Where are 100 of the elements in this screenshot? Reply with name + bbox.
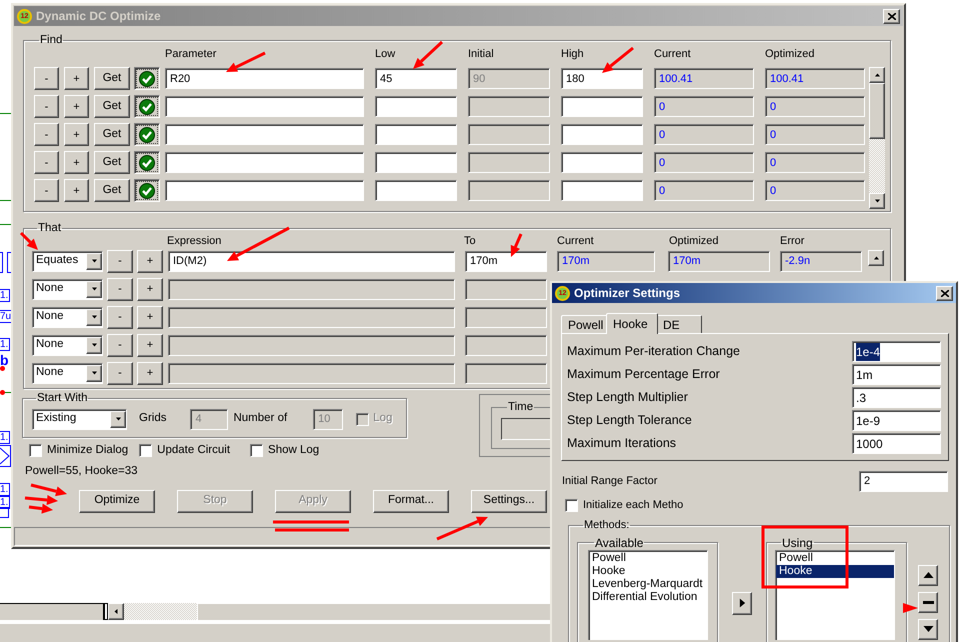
schematic-wire [0, 113, 11, 114]
enable-toggle[interactable] [134, 95, 160, 118]
high-field[interactable] [561, 124, 643, 146]
move-up-button[interactable] [918, 564, 938, 586]
target-field[interactable] [465, 306, 547, 328]
scroll-left-button[interactable] [108, 603, 124, 620]
minus-button[interactable]: - [34, 67, 59, 90]
input-field[interactable]: .3 [852, 387, 941, 408]
condition-dropdown[interactable]: Equates [32, 250, 103, 272]
target-field[interactable] [465, 278, 547, 300]
dropdown-button[interactable] [86, 336, 102, 354]
tab[interactable]: Powell [561, 315, 608, 333]
low-field[interactable]: 45 [375, 68, 457, 90]
add-button[interactable] [732, 592, 752, 614]
input-field[interactable]: 2 [859, 471, 948, 492]
low-field[interactable] [375, 96, 457, 118]
checkbox[interactable] [139, 444, 152, 457]
minus-button[interactable]: - [34, 95, 59, 118]
tab[interactable]: DE [656, 315, 702, 333]
minus-button[interactable]: - [34, 123, 59, 146]
enable-toggle[interactable] [134, 123, 160, 146]
minus-button[interactable]: - [34, 179, 59, 202]
target-field[interactable] [465, 362, 547, 384]
annotation-arrow [602, 46, 634, 73]
input-field[interactable]: 1000 [852, 433, 941, 454]
expression-field[interactable]: ID(M2) [168, 250, 455, 272]
checkbox[interactable] [29, 444, 42, 457]
move-down-button[interactable] [918, 618, 938, 640]
annotation-arrow [413, 40, 444, 69]
low-field[interactable] [375, 152, 457, 174]
high-field[interactable] [561, 152, 643, 174]
tab[interactable]: Hooke [606, 313, 658, 334]
get-button[interactable]: Get [94, 179, 130, 202]
scroll-thumb[interactable] [197, 603, 550, 620]
low-field[interactable] [375, 124, 457, 146]
minus-button[interactable] [918, 592, 938, 612]
get-button[interactable]: Get [94, 123, 130, 146]
parameter-field[interactable] [165, 180, 364, 202]
initial-field[interactable] [468, 152, 550, 174]
high-field[interactable]: 180 [561, 68, 643, 90]
get-button[interactable]: Get [94, 67, 130, 90]
parameter-field[interactable] [165, 152, 364, 174]
get-button[interactable]: Get [94, 95, 130, 118]
get-button[interactable]: Get [94, 151, 130, 174]
input-field[interactable]: 1m [852, 364, 941, 385]
enable-toggle[interactable] [134, 179, 160, 202]
scroll-up-button[interactable] [868, 250, 884, 266]
plus-button[interactable]: + [64, 179, 89, 202]
initial-field[interactable] [468, 124, 550, 146]
input-field[interactable]: 1e-4 [852, 341, 941, 362]
target-field[interactable] [465, 334, 547, 356]
parameter-field[interactable] [165, 124, 364, 146]
high-field[interactable] [561, 180, 643, 202]
dropdown-button[interactable] [86, 364, 102, 382]
enable-toggle[interactable] [134, 67, 160, 90]
list-item[interactable]: Hooke [776, 564, 894, 578]
plus-button[interactable]: + [64, 67, 89, 90]
parameter-field[interactable]: R20 [165, 68, 364, 90]
checkbox[interactable] [250, 444, 264, 457]
list-box[interactable]: Powell Hooke [775, 550, 895, 640]
initial-field[interactable] [468, 180, 550, 202]
dropdown-button[interactable] [86, 308, 102, 326]
input-field[interactable]: 1e-9 [852, 410, 941, 431]
list-item[interactable]: Powell [776, 552, 894, 564]
plus-button[interactable]: + [64, 123, 89, 146]
high-field[interactable] [561, 96, 643, 118]
schematic-label: 1. [0, 338, 10, 351]
close-button[interactable] [883, 8, 900, 24]
current-field: 0 [654, 152, 754, 174]
splitter-handle[interactable] [104, 603, 108, 620]
schematic-label: 1. [0, 483, 10, 496]
minus-button[interactable]: - [107, 250, 133, 272]
list-item[interactable]: Levenberg-Marquardt [592, 578, 704, 590]
dropdown-button[interactable] [110, 410, 126, 428]
caret-down-icon [90, 371, 98, 375]
target-field[interactable]: 170m [465, 250, 547, 272]
list-box[interactable]: Powell Hooke Levenberg-Marquardt Differential Evolution [588, 550, 708, 640]
parameter-field[interactable] [165, 96, 364, 118]
triangle-right-icon [738, 598, 746, 608]
plus-button[interactable]: + [64, 95, 89, 118]
checkbox[interactable] [565, 499, 578, 512]
enable-toggle[interactable] [134, 151, 160, 174]
action-button[interactable]: Settings... [471, 490, 547, 512]
initial-field[interactable] [468, 96, 550, 118]
scroll-down-button[interactable] [869, 193, 885, 210]
dropdown-button[interactable] [86, 252, 102, 270]
scroll-thumb[interactable] [869, 83, 885, 140]
scroll-up-button[interactable] [869, 67, 885, 84]
list-item[interactable]: Powell [592, 552, 704, 564]
low-field[interactable] [375, 180, 457, 202]
list-item[interactable]: Hooke [592, 564, 704, 578]
dropdown-button[interactable] [86, 280, 102, 298]
minus-button[interactable]: - [34, 151, 59, 174]
plus-button[interactable]: + [64, 151, 89, 174]
action-button[interactable]: Optimize [79, 490, 155, 512]
action-button[interactable]: Format... [373, 490, 449, 512]
start-mode-dropdown[interactable]: Existing [32, 408, 127, 430]
plus-button[interactable]: + [137, 250, 163, 272]
list-item[interactable]: Differential Evolution [592, 590, 704, 604]
close-button[interactable] [936, 286, 953, 300]
